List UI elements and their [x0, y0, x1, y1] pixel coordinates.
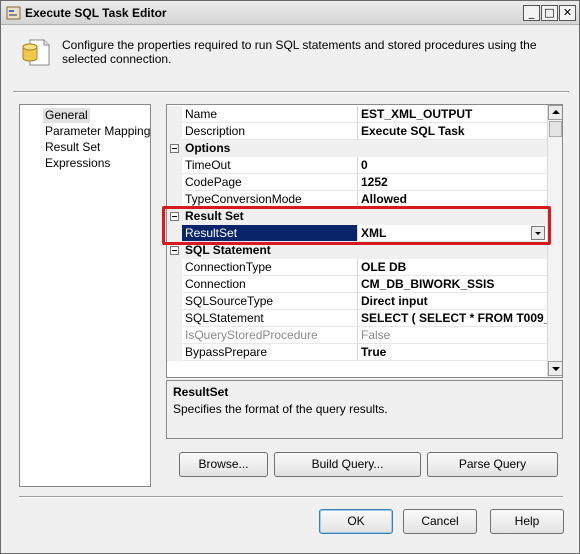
description-title: ResultSet [173, 385, 229, 399]
collapse-icon[interactable] [170, 246, 179, 255]
property-value[interactable]: Execute SQL Task [358, 123, 547, 140]
category-result-set[interactable]: Result Set [167, 208, 547, 225]
property-value[interactable]: 0 [358, 157, 547, 174]
property-name: Name [182, 106, 358, 123]
parse-query-button[interactable]: Parse Query [427, 452, 558, 477]
property-name: Connection [182, 276, 358, 293]
property-row-connectiontype[interactable]: ConnectionType OLE DB [167, 259, 547, 276]
collapse-icon[interactable] [170, 212, 179, 221]
property-name: TypeConversionMode [182, 191, 358, 208]
property-name: TimeOut [182, 157, 358, 174]
property-name: IsQueryStoredProcedure [182, 327, 358, 344]
property-name: SQLSourceType [182, 293, 358, 310]
scroll-down-icon[interactable] [548, 361, 562, 376]
property-row-bypassprepare[interactable]: BypassPrepare True [167, 344, 547, 361]
property-name: CodePage [182, 174, 358, 191]
property-description-panel: ResultSet Specifies the format of the qu… [166, 380, 563, 439]
header-divider [13, 91, 569, 93]
category-label: SQL Statement [185, 243, 271, 257]
property-value[interactable]: EST_XML_OUTPUT [358, 106, 547, 123]
nav-item-result-set[interactable]: Result Set [43, 140, 102, 155]
property-value[interactable]: OLE DB [358, 259, 547, 276]
browse-button[interactable]: Browse... [179, 452, 268, 477]
cancel-button[interactable]: Cancel [403, 509, 477, 534]
page-navigation-list: General Parameter Mapping Result Set Exp… [19, 104, 151, 487]
category-label: Options [185, 141, 231, 155]
property-row-description[interactable]: Description Execute SQL Task [167, 123, 547, 140]
header-description: Configure the properties required to run… [62, 38, 537, 66]
nav-item-parameter-mapping[interactable]: Parameter Mapping [43, 124, 152, 139]
property-row-isquerystoredprocedure: IsQueryStoredProcedure False [167, 327, 547, 344]
footer-divider [19, 496, 563, 498]
category-label: Result Set [185, 209, 244, 223]
category-sql-statement[interactable]: SQL Statement [167, 242, 547, 259]
property-grid-scrollbar[interactable] [547, 105, 562, 377]
close-button[interactable]: ✕ [559, 5, 576, 21]
description-text: Specifies the format of the query result… [173, 402, 388, 416]
nav-item-general[interactable]: General [43, 108, 90, 123]
resultset-dropdown[interactable]: XML [358, 225, 547, 242]
title-bar[interactable]: Execute SQL Task Editor _ □ ✕ [1, 1, 579, 25]
scroll-up-icon[interactable] [548, 105, 562, 120]
database-document-icon [22, 39, 50, 66]
property-value[interactable]: CM_DB_BIWORK_SSIS [358, 276, 547, 293]
window-title: Execute SQL Task Editor [25, 6, 167, 20]
execute-sql-task-editor-window: Execute SQL Task Editor _ □ ✕ Configure … [0, 0, 580, 554]
ok-button[interactable]: OK [319, 509, 393, 534]
property-value[interactable]: True [358, 344, 547, 361]
property-row-resultset[interactable]: ResultSet XML [167, 225, 547, 242]
property-row-typeconversionmode[interactable]: TypeConversionMode Allowed [167, 191, 547, 208]
property-value[interactable]: Allowed [358, 191, 547, 208]
resultset-dropdown-value: XML [361, 226, 387, 240]
property-row-codepage[interactable]: CodePage 1252 [167, 174, 547, 191]
property-value[interactable]: 1252 [358, 174, 547, 191]
property-name: ConnectionType [182, 259, 358, 276]
property-name: SQLStatement [182, 310, 358, 327]
property-value: False [358, 327, 547, 344]
property-grid: Name EST_XML_OUTPUT Description Execute … [166, 104, 563, 378]
property-value[interactable]: Direct input [358, 293, 547, 310]
property-row-connection[interactable]: Connection CM_DB_BIWORK_SSIS [167, 276, 547, 293]
scroll-thumb[interactable] [549, 121, 562, 137]
build-query-button[interactable]: Build Query... [274, 452, 421, 477]
property-row-timeout[interactable]: TimeOut 0 [167, 157, 547, 174]
minimize-button[interactable]: _ [523, 5, 540, 21]
nav-item-expressions[interactable]: Expressions [43, 156, 112, 171]
property-row-sqlsourcetype[interactable]: SQLSourceType Direct input [167, 293, 547, 310]
property-name: ResultSet [182, 225, 358, 242]
property-row-name[interactable]: Name EST_XML_OUTPUT [167, 106, 547, 123]
category-options[interactable]: Options [167, 140, 547, 157]
help-button[interactable]: Help [490, 509, 564, 534]
ssis-task-icon [6, 6, 21, 20]
property-name: BypassPrepare [182, 344, 358, 361]
dropdown-arrow-icon[interactable] [531, 226, 545, 240]
maximize-button[interactable]: □ [541, 5, 558, 21]
property-name: Description [182, 123, 358, 140]
property-value[interactable]: SELECT ( SELECT * FROM T009_S [358, 310, 547, 327]
property-row-sqlstatement[interactable]: SQLStatement SELECT ( SELECT * FROM T009… [167, 310, 547, 327]
collapse-icon[interactable] [170, 144, 179, 153]
